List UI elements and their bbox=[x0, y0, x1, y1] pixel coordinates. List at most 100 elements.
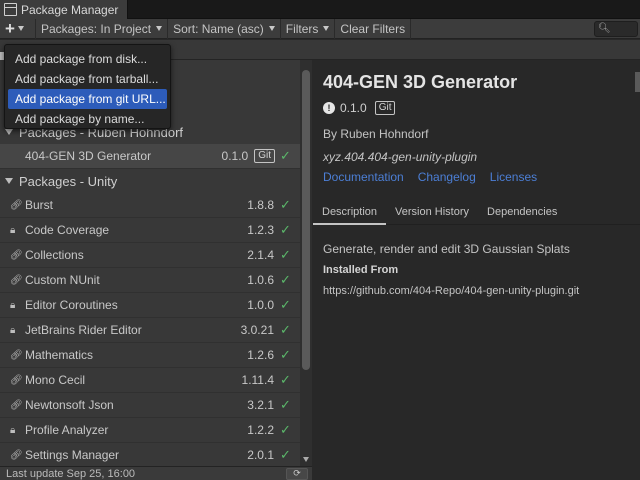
package-row[interactable]: 🔗︎ Newtonsoft Json 3.2.1 ✓ bbox=[0, 393, 300, 418]
package-version: 1.2.6 bbox=[247, 348, 274, 362]
info-icon: ! bbox=[323, 102, 335, 114]
package-name: Newtonsoft Json bbox=[25, 398, 114, 412]
add-package-button[interactable]: + bbox=[0, 18, 36, 39]
package-row[interactable]: 🔒︎ Profile Analyzer 1.2.2 ✓ bbox=[0, 418, 300, 443]
package-version: 0.1.0 bbox=[221, 149, 249, 163]
package-row[interactable]: 🔗︎ Mono Cecil 1.11.4 ✓ bbox=[0, 368, 300, 393]
package-version: 1.11.4 bbox=[241, 373, 274, 387]
package-name: Mono Cecil bbox=[25, 373, 86, 387]
sort-dropdown[interactable]: Sort: Name (asc) bbox=[168, 18, 281, 39]
scrollbar-thumb[interactable] bbox=[302, 70, 310, 370]
git-badge: Git bbox=[374, 101, 396, 115]
package-version: 1.2.3 bbox=[247, 223, 274, 237]
package-icon bbox=[4, 3, 17, 16]
packages-filter-dropdown[interactable]: Packages: In Project bbox=[36, 18, 169, 39]
link-icon: 🔗︎ bbox=[10, 375, 23, 386]
documentation-link[interactable]: Documentation bbox=[323, 170, 404, 184]
refresh-icon: ⟳ bbox=[293, 469, 301, 479]
check-icon: ✓ bbox=[280, 222, 291, 237]
lock-icon: 🔒︎ bbox=[10, 425, 16, 436]
package-name: JetBrains Rider Editor bbox=[25, 323, 142, 337]
sort-label: Sort: Name (asc) bbox=[173, 21, 264, 36]
check-icon: ✓ bbox=[280, 197, 291, 212]
scroll-down-arrow-icon[interactable] bbox=[303, 457, 309, 462]
check-icon: ✓ bbox=[280, 397, 291, 412]
package-author: By Ruben Hohndorf bbox=[323, 127, 429, 141]
tab-description[interactable]: Description bbox=[313, 200, 387, 225]
changelog-link[interactable]: Changelog bbox=[418, 170, 476, 184]
installed-from-label: Installed From bbox=[323, 264, 399, 276]
package-row[interactable]: 🔒︎ JetBrains Rider Editor 3.0.21 ✓ bbox=[0, 318, 300, 343]
tab-dependencies[interactable]: Dependencies bbox=[478, 200, 566, 225]
menu-item-add-from-tarball[interactable]: Add package from tarball... bbox=[8, 69, 167, 89]
package-list-scrollbar[interactable] bbox=[300, 60, 312, 466]
package-version: 3.0.21 bbox=[240, 323, 274, 337]
group-label: Packages - Unity bbox=[19, 173, 118, 189]
package-description: Generate, render and edit 3D Gaussian Sp… bbox=[323, 242, 570, 256]
window-title: Package Manager bbox=[21, 2, 119, 17]
packages-filter-label: Packages: In Project bbox=[41, 21, 152, 36]
check-icon: ✓ bbox=[280, 322, 291, 337]
lock-icon: 🔒︎ bbox=[10, 225, 16, 236]
link-icon: 🔗︎ bbox=[10, 450, 23, 461]
tab-version-history[interactable]: Version History bbox=[386, 200, 478, 225]
menu-item-add-from-git-url[interactable]: Add package from git URL... bbox=[8, 89, 167, 109]
link-icon: 🔗︎ bbox=[10, 275, 23, 286]
package-title: 404-GEN 3D Generator bbox=[323, 72, 518, 92]
package-name: Editor Coroutines bbox=[25, 298, 118, 312]
package-name: Mathematics bbox=[25, 348, 94, 362]
package-version-line: ! 0.1.0 Git bbox=[323, 101, 400, 115]
package-row[interactable]: 🔗︎ Collections 2.1.4 ✓ bbox=[0, 243, 300, 268]
package-name: Settings Manager bbox=[25, 448, 120, 462]
refresh-button[interactable]: ⟳ bbox=[286, 468, 308, 480]
chevron-down-icon bbox=[17, 26, 24, 31]
package-version: 1.8.8 bbox=[247, 198, 274, 212]
add-package-menu: Add package from disk... Add package fro… bbox=[4, 44, 171, 129]
window-tab-bar: Package Manager bbox=[0, 0, 640, 19]
licenses-link[interactable]: Licenses bbox=[490, 170, 537, 184]
check-icon: ✓ bbox=[280, 422, 291, 437]
menu-item-add-from-disk[interactable]: Add package from disk... bbox=[8, 49, 167, 69]
lock-icon: 🔒︎ bbox=[10, 300, 16, 311]
package-version: 2.0.1 bbox=[247, 448, 274, 462]
check-icon: ✓ bbox=[280, 297, 291, 312]
link-icon: 🔗︎ bbox=[10, 250, 23, 261]
package-row[interactable]: 🔗︎ Settings Manager 2.0.1 ✓ bbox=[0, 443, 300, 466]
clear-filters-label: Clear Filters bbox=[340, 21, 406, 36]
package-manager-tab[interactable]: Package Manager bbox=[0, 0, 128, 19]
package-name: Code Coverage bbox=[25, 223, 110, 237]
package-version: 3.2.1 bbox=[247, 398, 274, 412]
last-update-text: Last update Sep 25, 16:00 bbox=[6, 467, 136, 480]
toolbar: + Packages: In Project Sort: Name (asc) … bbox=[0, 18, 640, 39]
link-icon: 🔗︎ bbox=[10, 400, 23, 411]
chevron-down-icon bbox=[323, 26, 330, 31]
package-row[interactable]: 🔗︎ Mathematics 1.2.6 ✓ bbox=[0, 343, 300, 368]
filters-dropdown[interactable]: Filters bbox=[281, 18, 336, 39]
package-version: 1.0.6 bbox=[247, 273, 274, 287]
expand-triangle-icon bbox=[5, 178, 13, 184]
link-icon: 🔗︎ bbox=[10, 350, 23, 361]
chevron-down-icon bbox=[268, 26, 275, 31]
package-row[interactable]: 🔗︎ Custom NUnit 1.0.6 ✓ bbox=[0, 268, 300, 293]
check-icon: ✓ bbox=[280, 272, 291, 287]
plus-icon: + bbox=[5, 19, 15, 38]
details-scrollbar[interactable] bbox=[635, 72, 640, 92]
search-input[interactable]: 🔍︎ bbox=[594, 21, 638, 37]
group-header-unity[interactable]: Packages - Unity bbox=[0, 169, 300, 193]
package-version: 1.0.0 bbox=[247, 298, 274, 312]
check-icon: ✓ bbox=[280, 372, 291, 387]
package-row[interactable]: 🔗︎ Burst 1.8.8 ✓ bbox=[0, 193, 300, 218]
menu-item-add-by-name[interactable]: Add package by name... bbox=[8, 109, 167, 129]
filters-label: Filters bbox=[285, 21, 319, 36]
package-row[interactable]: 🔒︎ Code Coverage 1.2.3 ✓ bbox=[0, 218, 300, 243]
check-icon: ✓ bbox=[280, 347, 291, 362]
package-row[interactable]: 🔒︎ Editor Coroutines 1.0.0 ✓ bbox=[0, 293, 300, 318]
package-name: Collections bbox=[25, 248, 84, 262]
package-links: Documentation Changelog Licenses bbox=[323, 170, 537, 184]
package-row-selected[interactable]: 404-GEN 3D Generator 0.1.0 Git ✓ bbox=[0, 144, 300, 169]
clear-filters-button[interactable]: Clear Filters bbox=[335, 18, 412, 39]
status-bar: Last update Sep 25, 16:00 ⟳ bbox=[0, 466, 312, 480]
details-tabs: Description Version History Dependencies bbox=[313, 200, 640, 225]
package-version: 1.2.2 bbox=[247, 423, 274, 437]
package-name: Custom NUnit bbox=[25, 273, 100, 287]
